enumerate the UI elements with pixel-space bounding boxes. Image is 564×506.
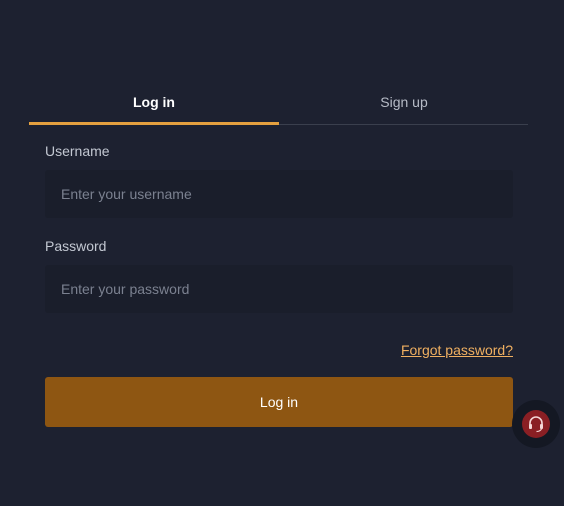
tab-login[interactable]: Log in bbox=[29, 80, 279, 125]
login-page: Log in Sign up Username Password Forgot … bbox=[0, 0, 564, 506]
support-chat-button[interactable] bbox=[512, 400, 560, 448]
password-input[interactable] bbox=[45, 265, 513, 313]
login-button[interactable]: Log in bbox=[45, 377, 513, 427]
username-input[interactable] bbox=[45, 170, 513, 218]
forgot-password-link[interactable]: Forgot password? bbox=[401, 342, 513, 358]
tab-signup[interactable]: Sign up bbox=[279, 80, 529, 124]
auth-tabs: Log in Sign up bbox=[29, 80, 528, 125]
username-label: Username bbox=[45, 143, 110, 159]
headset-support-icon bbox=[522, 410, 550, 438]
password-label: Password bbox=[45, 238, 107, 254]
